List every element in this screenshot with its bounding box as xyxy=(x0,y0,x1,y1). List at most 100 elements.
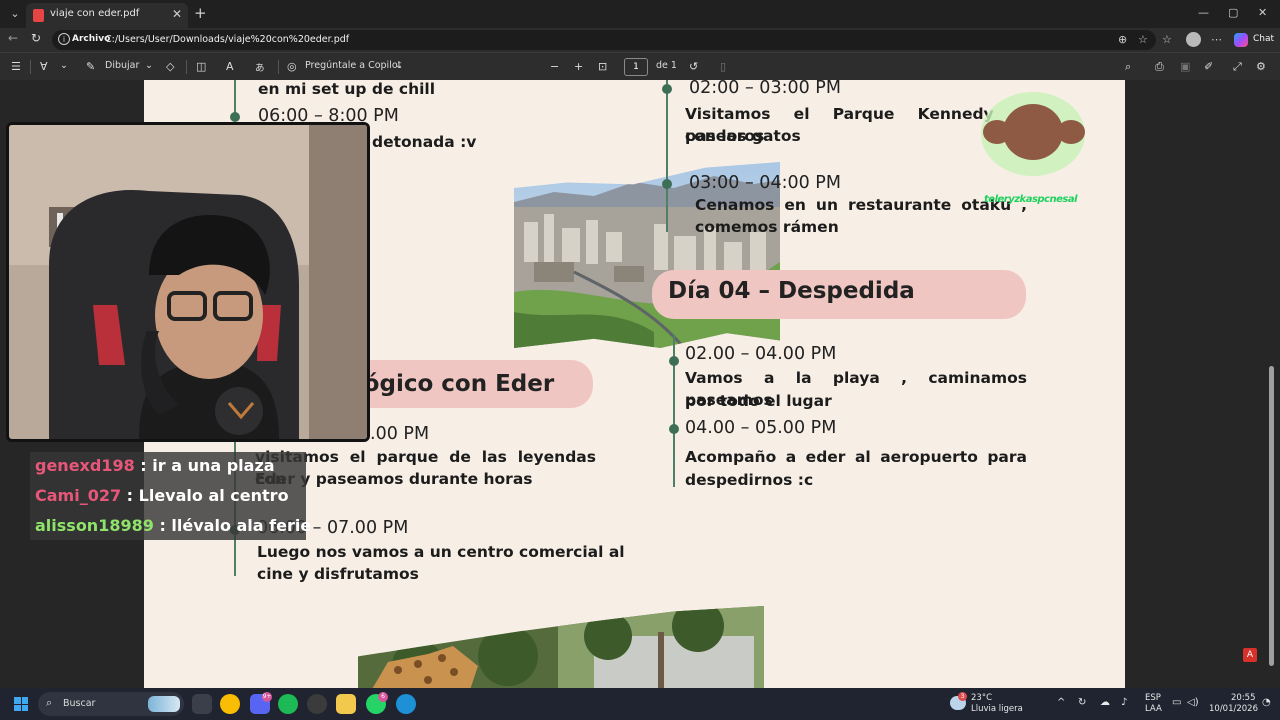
chat-label[interactable]: Chat xyxy=(1253,34,1274,44)
chrome-icon[interactable] xyxy=(220,694,240,714)
two-page-icon[interactable]: ▯ xyxy=(720,60,726,73)
page-total: de 1 xyxy=(656,60,677,71)
doc-text: Luego nos vamos a un centro comercial al xyxy=(257,543,625,561)
draw-icon[interactable]: ✎ xyxy=(86,60,95,73)
day-heading: ológico con Eder xyxy=(340,371,555,397)
webcam-overlay xyxy=(6,122,370,442)
doc-text: detonada :v xyxy=(372,133,477,151)
info-icon[interactable]: i xyxy=(58,33,70,45)
ask-copilot-button[interactable]: Pregúntale a Copilot xyxy=(305,60,401,71)
whatsapp-badge: 6 xyxy=(378,692,388,702)
sync-icon[interactable]: ↻ xyxy=(1078,697,1086,708)
weather-desc[interactable]: Lluvia ligera xyxy=(971,704,1023,714)
doc-text: despedirnos :c xyxy=(685,471,814,489)
tab-title: viaje con eder.pdf xyxy=(50,8,140,19)
avatar[interactable] xyxy=(1186,32,1201,47)
rotate-icon[interactable]: ↺ xyxy=(689,60,698,73)
zoom-out-button[interactable]: − xyxy=(550,60,559,73)
star-icon[interactable]: ☆ xyxy=(1138,33,1148,46)
day-heading: Día 04 – Despedida xyxy=(668,278,915,304)
page-number-input[interactable]: 1 xyxy=(624,58,648,76)
highlight-icon[interactable]: ∀ xyxy=(40,60,48,73)
language-code[interactable]: ESP xyxy=(1145,693,1161,703)
doc-text: en mi set up de chill xyxy=(258,80,436,98)
file-explorer-icon[interactable] xyxy=(336,694,356,714)
view-icon[interactable]: ◫ xyxy=(196,60,206,73)
doc-text: Acompaño a eder al aeropuerto para xyxy=(685,448,1027,466)
divider xyxy=(30,60,31,74)
acrobat-icon[interactable]: A xyxy=(1243,648,1257,662)
copilot-icon[interactable] xyxy=(1234,33,1248,47)
monitor-icon[interactable]: ▭ xyxy=(1172,697,1181,708)
taskbar-search[interactable]: ⌕ Buscar xyxy=(38,692,184,716)
draw-button[interactable]: Dibujar xyxy=(105,60,139,71)
stream-chat-overlay: genexd198 : ir a una plaza Cami_027 : Ll… xyxy=(30,452,311,540)
time-label: 02.00 – 04.00 PM xyxy=(685,344,837,364)
more-menu-icon[interactable]: ⋯ xyxy=(1211,33,1222,46)
clock-date[interactable]: 10/01/2026 xyxy=(1209,704,1258,714)
clock-time[interactable]: 20:55 xyxy=(1231,693,1256,703)
copilot-icon[interactable]: ◎ xyxy=(287,60,297,73)
close-window-button[interactable]: ✕ xyxy=(1258,6,1267,19)
time-label: 03:00 – 04:00 PM xyxy=(689,173,841,193)
timeline-dot xyxy=(669,424,679,434)
app-root: ⌄ viaje con eder.pdf ✕ + — ▢ ✕ ← ↻ i Arc… xyxy=(0,0,1280,720)
scrollbar-thumb[interactable] xyxy=(1269,366,1274,666)
microphone-icon[interactable]: ♪ xyxy=(1121,697,1127,708)
minimize-button[interactable]: — xyxy=(1198,6,1209,19)
chevron-down-icon[interactable]: ⌄ xyxy=(145,60,153,71)
zoom-icon[interactable]: ⊕ xyxy=(1118,33,1127,46)
chat-message: genexd198 : ir a una plaza xyxy=(35,456,275,475)
tab-actions-icon[interactable]: ⌄ xyxy=(6,5,24,23)
spotify-icon[interactable] xyxy=(278,694,298,714)
zoom-in-button[interactable]: + xyxy=(574,60,583,73)
fit-page-icon[interactable]: ⊡ xyxy=(598,60,607,73)
obs-icon[interactable] xyxy=(307,694,327,714)
doc-text: comemos rámen xyxy=(695,218,839,236)
save-as-icon[interactable]: ✐ xyxy=(1204,60,1213,73)
tab-close-icon[interactable]: ✕ xyxy=(172,7,182,21)
keyboard-layout[interactable]: LAA xyxy=(1145,704,1162,714)
refresh-icon[interactable]: ↻ xyxy=(31,31,41,45)
chevron-down-icon[interactable]: ⌄ xyxy=(395,60,403,71)
chat-message: alisson18989 : llévalo ala ferie xyxy=(35,516,311,535)
weather-temp[interactable]: 23°C xyxy=(971,693,992,703)
save-icon[interactable]: ▣ xyxy=(1180,60,1190,73)
address-bar[interactable]: i Archivo C:/Users/User/Downloads/viaje%… xyxy=(52,30,1156,50)
url-text[interactable]: C:/Users/User/Downloads/viaje%20con%20ed… xyxy=(105,34,349,45)
timeline-dot xyxy=(230,112,240,122)
chevron-down-icon[interactable]: ⌄ xyxy=(60,60,68,71)
time-label: 04.00 – 05.00 PM xyxy=(685,418,837,438)
timeline-line xyxy=(666,80,668,232)
chat-message: Cami_027 : Llevalo al centro xyxy=(35,486,289,505)
maximize-button[interactable]: ▢ xyxy=(1228,6,1238,19)
address-row: ← ↻ i Archivo C:/Users/User/Downloads/vi… xyxy=(0,28,1280,52)
edge-icon[interactable] xyxy=(396,694,416,714)
task-view-icon[interactable] xyxy=(192,694,212,714)
cloud-icon[interactable]: ☁ xyxy=(1100,697,1110,708)
doc-text: por todo el lugar xyxy=(685,392,832,410)
weather-badge: 3 xyxy=(958,692,967,701)
settings-icon[interactable]: ⚙ xyxy=(1256,60,1266,73)
windows-logo-icon[interactable] xyxy=(14,697,28,711)
translate-icon[interactable]: あ xyxy=(255,60,265,74)
volume-icon[interactable]: ◁) xyxy=(1187,697,1199,708)
doc-text: Cenamos en un restaurante otaku , xyxy=(695,196,1027,214)
eraser-icon[interactable]: ◇ xyxy=(166,60,174,73)
doc-text: con los gatos xyxy=(685,127,801,145)
notifications-icon[interactable]: ◔ xyxy=(1262,697,1271,708)
zoo-photo xyxy=(358,606,764,688)
print-icon[interactable]: ⎙ xyxy=(1155,60,1164,74)
read-aloud-icon[interactable]: A xyxy=(226,60,234,73)
fullscreen-icon[interactable]: ⤢ xyxy=(1233,60,1242,74)
new-tab-button[interactable]: + xyxy=(194,4,207,22)
favorites-icon[interactable]: ☆ xyxy=(1162,33,1172,46)
chevron-up-icon[interactable]: ^ xyxy=(1057,697,1065,708)
search-icon[interactable]: ⌕ xyxy=(1125,60,1131,74)
back-icon[interactable]: ← xyxy=(8,31,18,45)
search-label: Buscar xyxy=(63,698,96,709)
contents-menu-icon[interactable]: ☰ xyxy=(11,60,21,73)
pdf-icon xyxy=(33,9,44,22)
tab-viaje-pdf[interactable]: viaje con eder.pdf ✕ xyxy=(26,3,188,28)
chat-text: : Llevalo al centro xyxy=(126,486,289,505)
